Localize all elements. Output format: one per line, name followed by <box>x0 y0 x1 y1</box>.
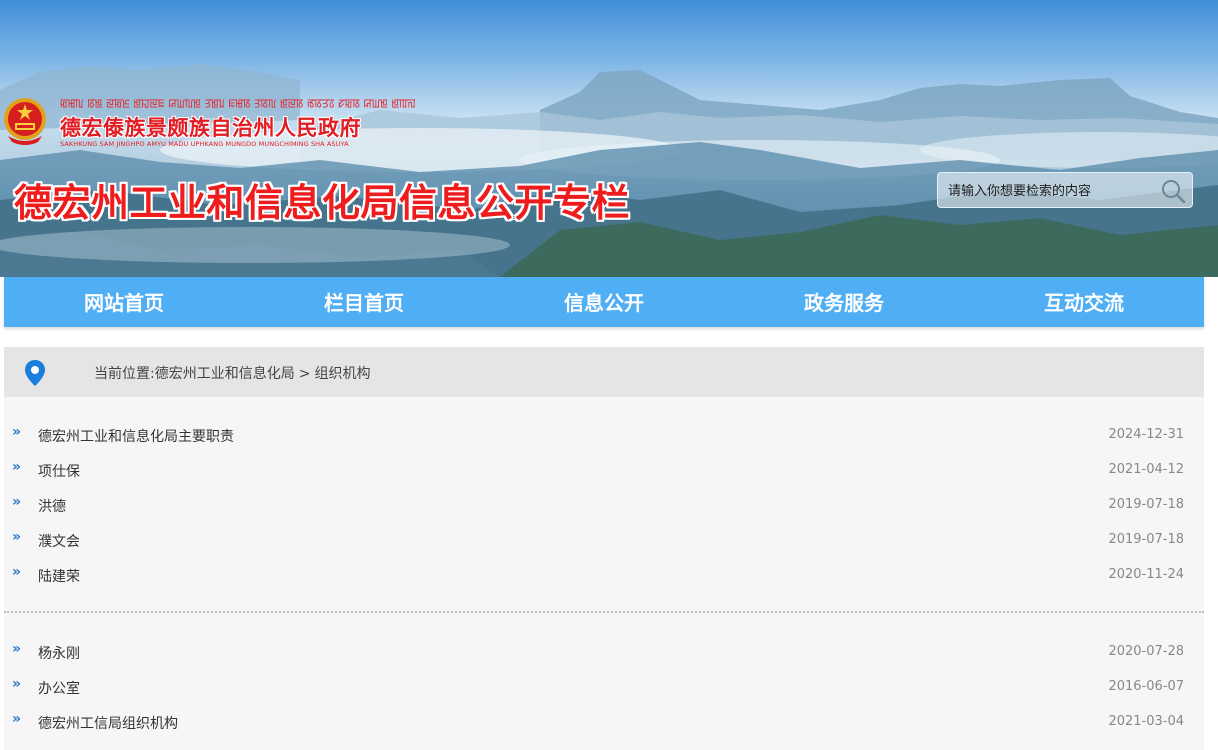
list-item-title[interactable]: 德宏州工业和信息化局主要职责 <box>38 426 234 446</box>
search-input[interactable] <box>948 181 1153 201</box>
article-list-secondary: » 杨永刚 2020-07-28 » 办公室 2016-06-07 » 德宏州工… <box>4 634 1204 739</box>
list-divider <box>4 611 1204 613</box>
double-chevron-icon: » <box>12 494 21 510</box>
list-item: » 陆建荣 2020-11-24 <box>4 557 1204 592</box>
search-box <box>937 172 1193 208</box>
location-pin-icon <box>25 360 45 386</box>
list-item-date: 2020-07-28 <box>1108 644 1184 659</box>
list-item: » 办公室 2016-06-07 <box>4 669 1204 704</box>
double-chevron-icon: » <box>12 424 21 440</box>
nav-item-column-home[interactable]: 栏目首页 <box>244 277 484 327</box>
header-banner: ꡂꡅꡃ ꡋꡁ ꡙꡂꡈ ꡁꡍꡙꡀ ꡒꡆꡃꡁ ꡗꡁꡊ ꡀꡅꡋ ꡗꡋꡃ ꡁꡙꡋ ꡏꡋꡗ… <box>0 0 1218 277</box>
breadcrumb-text: 当前位置:德宏州工业和信息化局 > 组织机构 <box>94 363 370 383</box>
list-item-title[interactable]: 杨永刚 <box>38 643 80 663</box>
list-item: » 德宏州工业和信息化局主要职责 2024-12-31 <box>4 417 1204 452</box>
list-item-title[interactable]: 濮文会 <box>38 531 80 551</box>
double-chevron-icon: » <box>12 529 21 545</box>
list-item-date: 2016-06-07 <box>1108 679 1184 694</box>
nav-item-home[interactable]: 网站首页 <box>4 277 244 327</box>
nav-item-interaction[interactable]: 互动交流 <box>964 277 1204 327</box>
list-item-date: 2020-11-24 <box>1108 567 1184 582</box>
list-item-title[interactable]: 办公室 <box>38 678 80 698</box>
breadcrumb-prefix: 当前位置: <box>94 366 155 382</box>
list-item-title[interactable]: 洪德 <box>38 496 66 516</box>
breadcrumb-link-organization[interactable]: 组织机构 <box>314 366 370 382</box>
double-chevron-icon: » <box>12 459 21 475</box>
double-chevron-icon: » <box>12 676 21 692</box>
list-item: » 杨永刚 2020-07-28 <box>4 634 1204 669</box>
ethnic-script-line: ꡂꡅꡃ ꡋꡁ ꡙꡂꡈ ꡁꡍꡙꡀ ꡒꡆꡃꡁ ꡗꡁꡊ ꡀꡅꡋ ꡗꡋꡃ ꡁꡙꡋ ꡏꡋꡗ… <box>60 97 416 110</box>
list-item-title[interactable]: 陆建荣 <box>38 566 80 586</box>
content-area: » 德宏州工业和信息化局主要职责 2024-12-31 » 项仕保 2021-0… <box>4 397 1204 750</box>
list-item-date: 2021-04-12 <box>1108 462 1184 477</box>
list-item-date: 2019-07-18 <box>1108 497 1184 512</box>
double-chevron-icon: » <box>12 564 21 580</box>
double-chevron-icon: » <box>12 641 21 657</box>
list-item: » 德宏州工信局组织机构 2021-03-04 <box>4 704 1204 739</box>
breadcrumb-separator: > <box>298 366 311 382</box>
page-title: 德宏州工业和信息化局信息公开专栏 <box>14 181 631 225</box>
nav-item-info-disclosure[interactable]: 信息公开 <box>484 277 724 327</box>
nav-item-gov-services[interactable]: 政务服务 <box>724 277 964 327</box>
article-list-primary: » 德宏州工业和信息化局主要职责 2024-12-31 » 项仕保 2021-0… <box>4 417 1204 592</box>
government-name-latin: SAKHKUNG SAM JINGHPO AMYU MADU UPHKANG M… <box>60 140 349 148</box>
list-item: » 项仕保 2021-04-12 <box>4 452 1204 487</box>
double-chevron-icon: » <box>12 711 21 727</box>
list-item-title[interactable]: 项仕保 <box>38 461 80 481</box>
list-item: » 濮文会 2019-07-18 <box>4 522 1204 557</box>
main-nav: 网站首页 栏目首页 信息公开 政务服务 互动交流 <box>4 277 1204 327</box>
list-item-title[interactable]: 德宏州工信局组织机构 <box>38 713 178 733</box>
national-emblem-icon <box>4 98 46 145</box>
breadcrumb-link-bureau[interactable]: 德宏州工业和信息化局 <box>155 366 295 382</box>
list-item-date: 2021-03-04 <box>1108 714 1184 729</box>
search-icon[interactable] <box>1160 178 1186 204</box>
breadcrumb: 当前位置:德宏州工业和信息化局 > 组织机构 <box>4 347 1204 397</box>
list-item-date: 2024-12-31 <box>1108 427 1184 442</box>
list-item-date: 2019-07-18 <box>1108 532 1184 547</box>
government-name: 德宏傣族景颇族自治州人民政府 <box>60 116 361 140</box>
list-item: » 洪德 2019-07-18 <box>4 487 1204 522</box>
